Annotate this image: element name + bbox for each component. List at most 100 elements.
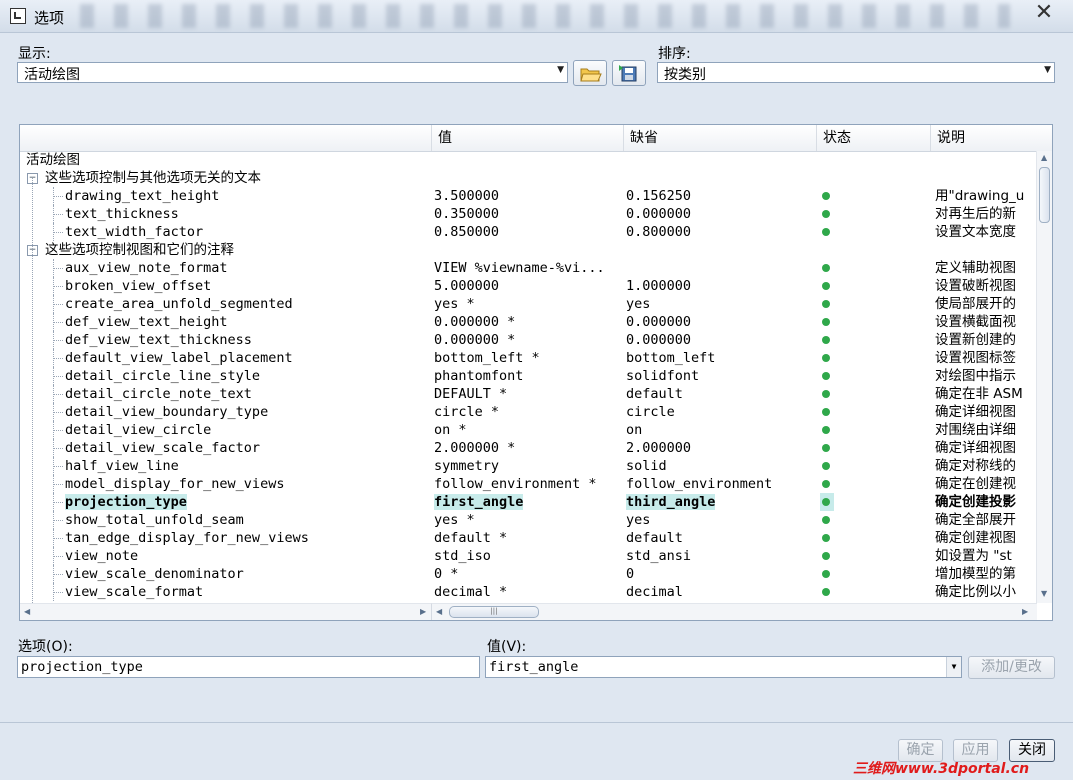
table-row[interactable]: def_view_text_thickness 0.000000 * 0.00000… — [20, 331, 1036, 349]
tree-line — [53, 358, 63, 359]
options-table: 值 缺省 状态 说明 活动绘图 − 这些选项控制与其他选项无关的文本 drawing_… — [19, 124, 1053, 621]
option-description: 确定比例以小 — [935, 584, 1016, 600]
scroll-right-icon[interactable]: ▶ — [1022, 607, 1028, 616]
tree-root-row[interactable]: 活动绘图 — [20, 151, 1036, 169]
status-cell — [820, 421, 834, 439]
status-cell — [820, 205, 834, 223]
table-row[interactable]: view_scale_denominator 0 * 0 增加模型的第 — [20, 565, 1036, 583]
table-row[interactable]: aux_view_note_format VIEW %viewname-%vi..… — [20, 259, 1036, 277]
option-description: 确定在非 ASM — [935, 386, 1023, 402]
option-name: view_scale_format — [65, 584, 204, 600]
status-ok-icon — [822, 354, 830, 362]
option-default: solid — [626, 458, 667, 474]
table-row[interactable]: view_note std_iso std_ansi 如设置为 "st — [20, 547, 1036, 565]
option-value-cell: on * — [434, 421, 624, 439]
status-cell — [820, 385, 834, 403]
option-default: third_angle — [626, 494, 716, 510]
option-value-cell: 2.000000 * — [434, 439, 624, 457]
scroll-left-icon[interactable]: ◀ — [24, 607, 30, 616]
option-value-cell: 3.500000 — [434, 187, 624, 205]
table-row[interactable]: model_display_for_new_views follow_enviro… — [20, 475, 1036, 493]
option-name-cell: detail_view_scale_factor — [65, 439, 445, 457]
option-value-text: first_angle — [489, 659, 579, 675]
table-row[interactable]: detail_view_boundary_type circle * circle 确… — [20, 403, 1036, 421]
option-name-cell: view_scale_denominator — [65, 565, 445, 583]
option-value: VIEW %viewname-%vi... — [434, 260, 605, 276]
option-name-cell: half_view_line — [65, 457, 445, 475]
option-value-cell: VIEW %viewname-%vi... — [434, 259, 624, 277]
display-select[interactable]: 活动绘图 ▼ — [17, 62, 568, 83]
option-default: decimal — [626, 584, 683, 600]
table-row[interactable]: default_view_label_placement bottom_left … — [20, 349, 1036, 367]
option-default: bottom_left — [626, 350, 716, 366]
vertical-scroll-thumb[interactable] — [1039, 167, 1050, 223]
option-value-combo[interactable]: first_angle ▼ — [485, 656, 962, 678]
column-header-default[interactable]: 缺省 — [623, 125, 816, 151]
scroll-up-icon[interactable]: ▲ — [1041, 153, 1047, 162]
save-config-button[interactable] — [612, 60, 646, 86]
column-header-status[interactable]: 状态 — [816, 125, 930, 151]
option-name: show_total_unfold_seam — [65, 512, 244, 528]
option-description: 设置破断视图 — [935, 278, 1016, 294]
option-default: 0.800000 — [626, 224, 692, 240]
option-value: circle * — [434, 404, 500, 420]
option-default-cell: third_angle — [626, 493, 816, 511]
status-cell — [820, 565, 834, 583]
close-icon[interactable]: ✕ — [1021, 2, 1067, 26]
option-name: half_view_line — [65, 458, 179, 474]
table-row[interactable]: tan_edge_display_for_new_views default * d… — [20, 529, 1036, 547]
option-default: circle — [626, 404, 675, 420]
option-default: 0.000000 — [626, 314, 692, 330]
table-row[interactable]: half_view_line symmetry solid 确定对称线的 — [20, 457, 1036, 475]
scroll-down-icon[interactable]: ▼ — [1041, 589, 1047, 598]
add-change-button[interactable]: 添加/更改 — [968, 656, 1055, 679]
option-default: 0 — [626, 566, 635, 582]
table-row[interactable]: projection_type first_angle third_angle 确定创… — [20, 493, 1036, 511]
option-default-cell: yes — [626, 511, 816, 529]
table-row[interactable]: detail_circle_line_style phantomfont solid… — [20, 367, 1036, 385]
table-row[interactable]: detail_view_scale_factor 2.000000 * 2.0000… — [20, 439, 1036, 457]
chevron-down-icon[interactable]: ▼ — [946, 657, 961, 677]
option-default: default — [626, 530, 683, 546]
status-cell — [820, 313, 834, 331]
column-header-value[interactable]: 值 — [431, 125, 623, 151]
sort-select[interactable]: 按类别 ▼ — [657, 62, 1055, 83]
option-name-cell: def_view_text_thickness — [65, 331, 445, 349]
scroll-right-icon[interactable]: ▶ — [420, 607, 426, 616]
group-row[interactable]: − 这些选项控制视图和它们的注释 — [20, 241, 1036, 259]
tree-line — [53, 376, 63, 377]
scroll-left-icon[interactable]: ◀ — [436, 607, 442, 616]
option-value-cell: 0.000000 * — [434, 313, 624, 331]
option-name-input[interactable]: projection_type — [17, 656, 480, 678]
option-default: yes — [626, 512, 651, 528]
table-row[interactable]: broken_view_offset 5.000000 1.000000 设置破断视图 — [20, 277, 1036, 295]
table-row[interactable]: detail_view_circle on * on 对围绕由详细 — [20, 421, 1036, 439]
horizontal-scrollbar-left[interactable]: ◀ ▶ — [20, 603, 431, 620]
group-row[interactable]: − 这些选项控制与其他选项无关的文本 — [20, 169, 1036, 187]
table-row[interactable]: drawing_text_height 3.500000 0.156250 用"dra… — [20, 187, 1036, 205]
horizontal-scrollbar-right[interactable]: ◀ ||| ▶ — [431, 603, 1037, 620]
column-header-description[interactable]: 说明 — [930, 125, 1052, 151]
vertical-scrollbar[interactable]: ▲ ▼ — [1036, 151, 1052, 603]
table-row[interactable]: view_scale_format decimal * decimal 确定比例以小 — [20, 583, 1036, 601]
horizontal-scroll-thumb[interactable]: ||| — [449, 606, 539, 618]
sort-label: 排序: — [658, 46, 691, 62]
status-ok-icon — [822, 318, 830, 326]
background-toolbar — [80, 4, 1010, 28]
table-row[interactable]: def_view_text_height 0.000000 * 0.000000 设置… — [20, 313, 1036, 331]
table-row[interactable]: text_width_factor 0.850000 0.800000 设置文本宽度 — [20, 223, 1036, 241]
table-row[interactable]: show_total_unfold_seam yes * yes 确定全部展开 — [20, 511, 1036, 529]
option-value: bottom_left * — [434, 350, 540, 366]
status-ok-icon — [822, 570, 830, 578]
option-default: yes — [626, 296, 651, 312]
table-row[interactable]: text_thickness 0.350000 0.000000 对再生后的新 — [20, 205, 1036, 223]
option-description: 设置文本宽度 — [935, 224, 1016, 240]
tree-line — [53, 394, 63, 395]
status-cell — [820, 349, 834, 367]
option-value: 0.350000 — [434, 206, 500, 222]
option-value-cell: 0.850000 — [434, 223, 624, 241]
table-row[interactable]: detail_circle_note_text DEFAULT * default 确… — [20, 385, 1036, 403]
option-description: 确定全部展开 — [935, 512, 1016, 528]
table-row[interactable]: create_area_unfold_segmented yes * yes 使局部展… — [20, 295, 1036, 313]
open-folder-button[interactable] — [573, 60, 607, 86]
